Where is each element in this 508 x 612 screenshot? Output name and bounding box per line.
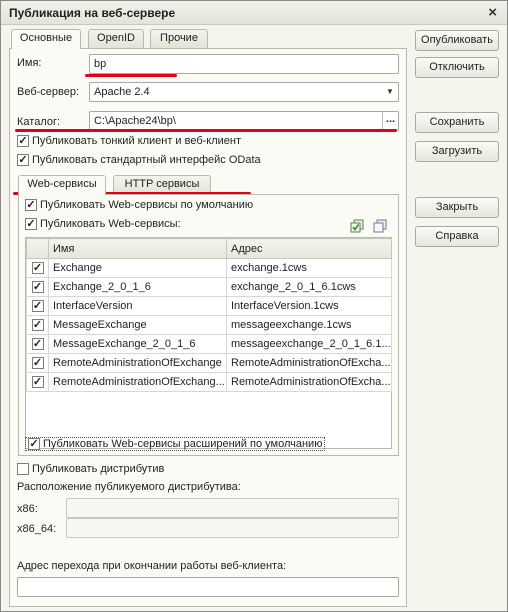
webserver-value: Apache 2.4 (94, 86, 150, 98)
table-row[interactable]: ✓ Exchange_2_0_1_6 exchange_2_0_1_6.1cws (26, 277, 392, 297)
extensions-publish-row: ✓ Публиковать Web-сервисы расширений по у… (25, 437, 326, 452)
annotation-underline-catalog (15, 129, 397, 132)
row-address: messageexchange.1cws (226, 315, 392, 335)
row-name: Exchange_2_0_1_6 (48, 277, 227, 297)
row-checkbox[interactable]: ✓ (31, 300, 44, 312)
publish-ws-checkbox[interactable]: ✓ (25, 218, 37, 231)
odata-row: ✓ Публиковать стандартный интерфейс OData (17, 154, 261, 167)
webserver-select[interactable]: Apache 2.4 ▼ (89, 82, 399, 102)
tab-main[interactable]: Основные (11, 29, 81, 49)
publish-ws-row: ✓ Публиковать Web-сервисы: (25, 218, 181, 231)
catalog-input[interactable]: C:\Apache24\bp\ ... (89, 111, 399, 131)
x86-label: x86: (17, 503, 38, 515)
table-row[interactable]: ✓ MessageExchange_2_0_1_6 messageexchang… (26, 334, 392, 354)
row-checkbox[interactable]: ✓ (31, 319, 44, 331)
row-name: MessageExchange (48, 315, 227, 335)
row-name: RemoteAdministrationOfExchange (48, 353, 227, 373)
web-services-table: Имя Адрес ✓ Exchange exchange.1cws ✓ Exc… (26, 238, 392, 392)
check-all-icon[interactable] (350, 219, 364, 233)
default-publish-row: ✓ Публиковать Web-сервисы по умолчанию (25, 199, 254, 212)
distributive-row: Публиковать дистрибутив (17, 463, 165, 476)
col-header-check (26, 238, 49, 259)
save-button[interactable]: Сохранить (415, 112, 499, 133)
title-bar: Публикация на веб-сервере × (1, 1, 507, 25)
webserver-label: Веб-сервер: (17, 86, 80, 98)
row-name: RemoteAdministrationOfExchang... (48, 372, 227, 392)
row-checkbox[interactable]: ✓ (31, 376, 44, 388)
table-row[interactable]: ✓ Exchange exchange.1cws (26, 258, 392, 278)
row-address: messageexchange_2_0_1_6.1... (226, 334, 392, 354)
redirect-label: Адрес перехода при окончании работы веб-… (17, 560, 287, 572)
tab-other[interactable]: Прочие (150, 29, 208, 48)
distributive-label: Публиковать дистрибутив (32, 463, 165, 476)
row-checkbox[interactable]: ✓ (31, 281, 44, 293)
publish-ws-label: Публиковать Web-сервисы: (40, 218, 181, 231)
tab-web-services[interactable]: Web-сервисы (18, 175, 106, 195)
name-label: Имя: (17, 57, 42, 69)
row-name: Exchange (48, 258, 227, 278)
window-title: Публикация на веб-сервере (9, 6, 176, 20)
col-header-address[interactable]: Адрес (226, 238, 392, 259)
help-button[interactable]: Справка (415, 226, 499, 247)
row-checkbox[interactable]: ✓ (31, 262, 44, 274)
publication-window: Публикация на веб-сервере × Основные Ope… (0, 0, 508, 612)
catalog-label: Каталог: (17, 116, 61, 128)
row-address: exchange.1cws (226, 258, 392, 278)
publish-button[interactable]: Опубликовать (415, 30, 499, 51)
name-input[interactable]: bp (89, 54, 399, 74)
default-publish-checkbox[interactable]: ✓ (25, 199, 37, 212)
table-row[interactable]: ✓ RemoteAdministrationOfExchange RemoteA… (26, 353, 392, 373)
disable-button[interactable]: Отключить (415, 57, 499, 78)
x86-64-label: x86_64: (17, 523, 57, 535)
table-row[interactable]: ✓ MessageExchange messageexchange.1cws (26, 315, 392, 335)
x86-input[interactable] (66, 498, 399, 518)
tab-openid[interactable]: OpenID (88, 29, 144, 48)
annotation-underline-name (85, 74, 177, 77)
redirect-input[interactable] (17, 577, 399, 597)
name-value: bp (94, 58, 107, 70)
default-publish-label: Публиковать Web-сервисы по умолчанию (40, 199, 254, 212)
thin-client-label: Публиковать тонкий клиент и веб-клиент (32, 135, 242, 148)
row-checkbox[interactable]: ✓ (31, 357, 44, 369)
chevron-down-icon[interactable]: ▼ (382, 83, 398, 101)
extensions-publish-label: Публиковать Web-сервисы расширений по ум… (43, 438, 323, 451)
table-row[interactable]: ✓ InterfaceVersion InterfaceVersion.1cws (26, 296, 392, 316)
row-name: InterfaceVersion (48, 296, 227, 316)
x86-64-input[interactable] (66, 518, 399, 538)
row-address: RemoteAdministrationOfExcha... (226, 353, 392, 373)
uncheck-all-icon[interactable] (373, 219, 387, 233)
load-button[interactable]: Загрузить (415, 141, 499, 162)
table-row[interactable]: ✓ RemoteAdministrationOfExchang... Remot… (26, 372, 392, 392)
browse-button[interactable]: ... (382, 112, 398, 130)
thin-client-row: ✓ Публиковать тонкий клиент и веб-клиент (17, 135, 242, 148)
thin-client-checkbox[interactable]: ✓ (17, 135, 29, 148)
table-header: Имя Адрес (26, 238, 392, 259)
odata-checkbox[interactable]: ✓ (17, 154, 29, 167)
close-icon[interactable]: × (488, 4, 497, 21)
row-name: MessageExchange_2_0_1_6 (48, 334, 227, 354)
col-header-name[interactable]: Имя (48, 238, 227, 259)
distributive-location-label: Расположение публикуемого дистрибутива: (17, 481, 241, 493)
row-checkbox[interactable]: ✓ (31, 338, 44, 350)
extensions-publish-checkbox[interactable]: ✓ (28, 438, 40, 451)
row-address: exchange_2_0_1_6.1cws (226, 277, 392, 297)
odata-label: Публиковать стандартный интерфейс OData (32, 154, 261, 167)
row-address: InterfaceVersion.1cws (226, 296, 392, 316)
distributive-checkbox[interactable] (17, 463, 29, 476)
close-button[interactable]: Закрыть (415, 197, 499, 218)
catalog-value: C:\Apache24\bp\ (94, 115, 176, 127)
row-address: RemoteAdministrationOfExcha... (226, 372, 392, 392)
